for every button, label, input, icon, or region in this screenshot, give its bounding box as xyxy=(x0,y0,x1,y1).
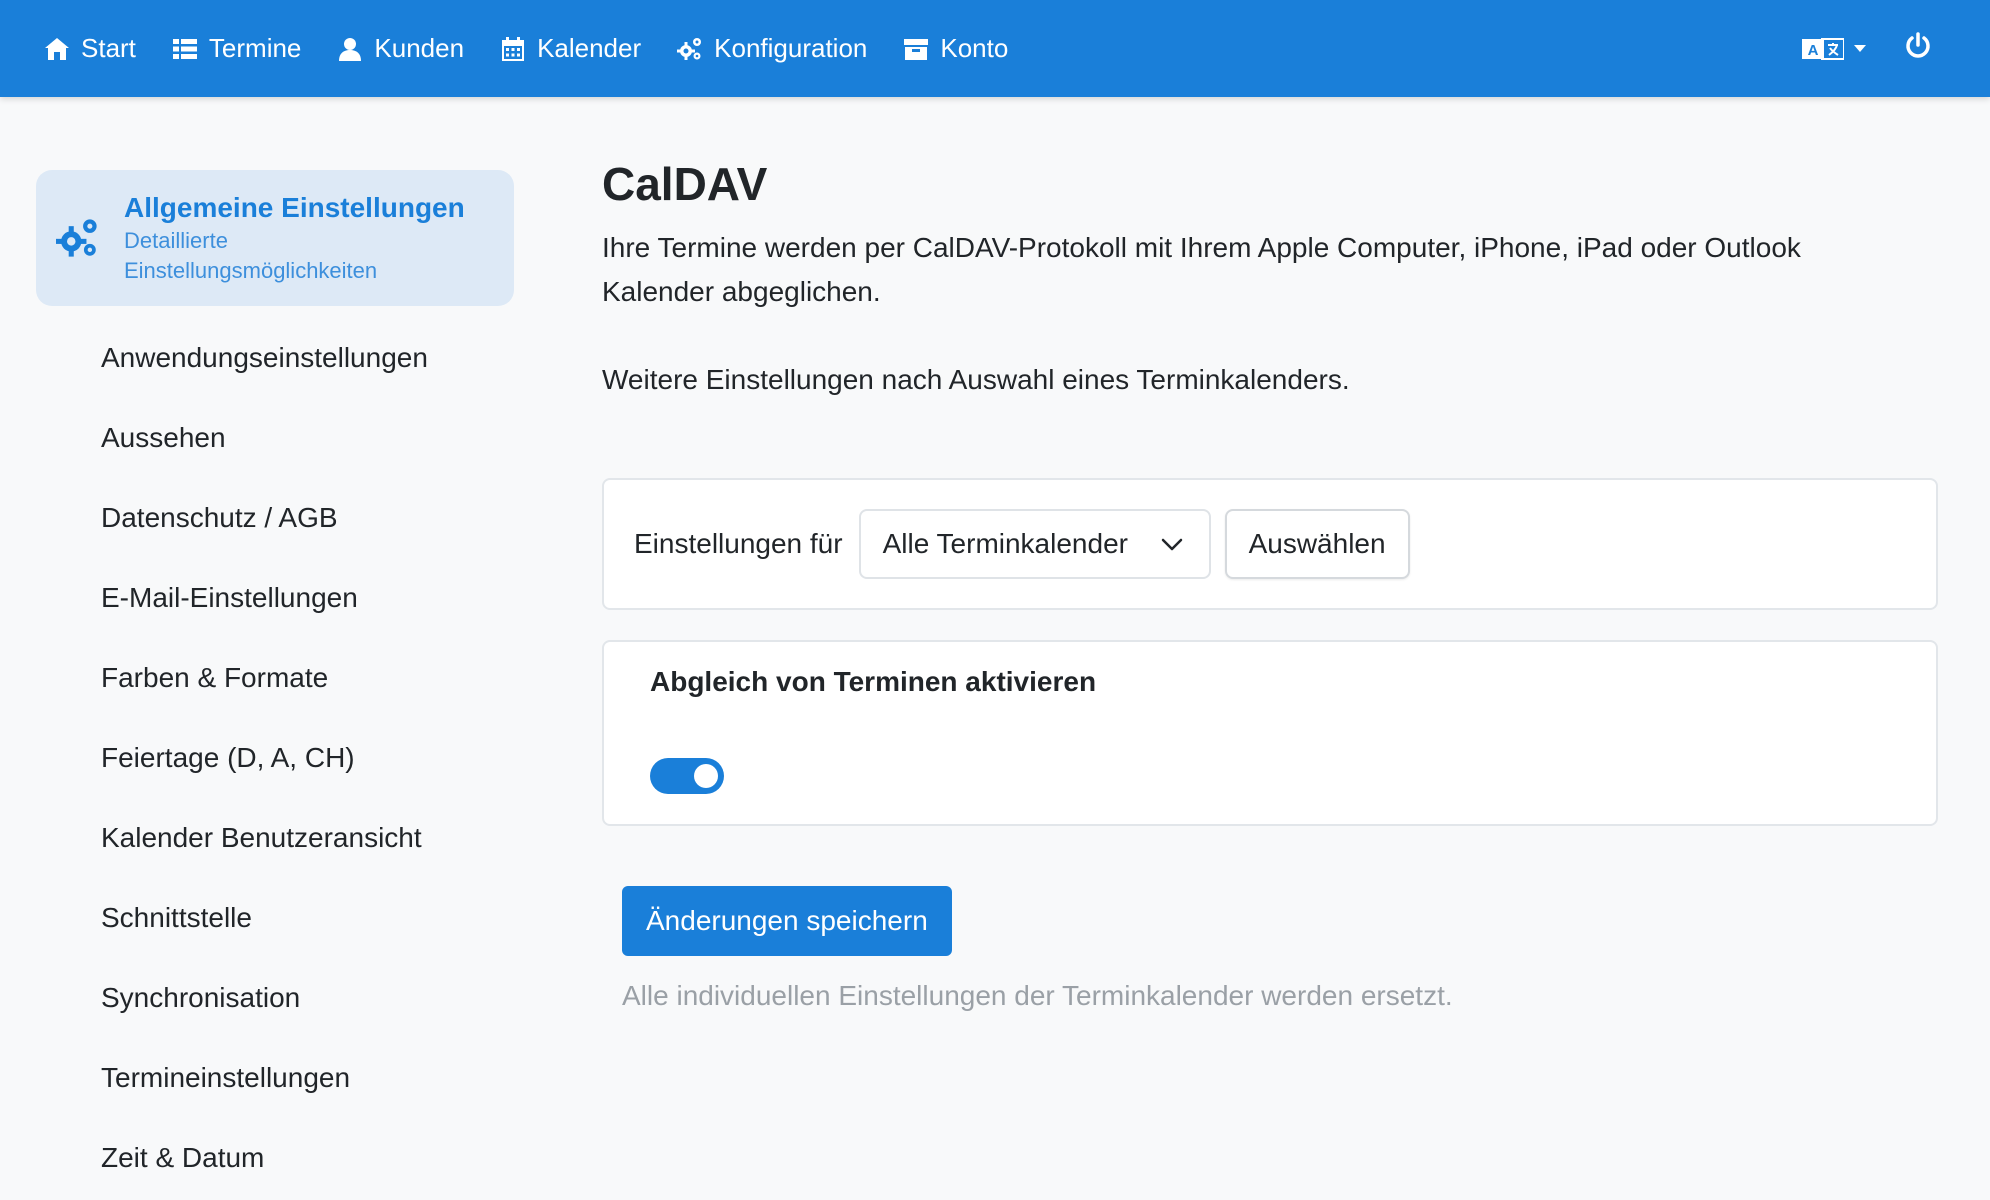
sidebar-item-termineinstellungen[interactable]: Termineinstellungen xyxy=(36,1038,514,1118)
logout-button[interactable] xyxy=(1904,32,1932,65)
nav-item-konto[interactable]: Konto xyxy=(903,33,1008,64)
main-nav: Start Termine Kunden Kalender Konfigurat… xyxy=(44,33,1044,64)
calendar-select-value: Alle Terminkalender xyxy=(882,528,1128,559)
main-content: CalDAV Ihre Termine werden per CalDAV-Pr… xyxy=(602,156,1938,402)
nav-item-konfiguration[interactable]: Konfiguration xyxy=(677,33,867,64)
nav-label-kalender: Kalender xyxy=(537,33,642,63)
nav-item-termine[interactable]: Termine xyxy=(172,33,301,64)
sidebar-active-subtitle: Detaillierte Einstellungsmöglichkeiten xyxy=(124,228,378,283)
sidebar-active-title: Allgemeine Einstellungen xyxy=(124,192,465,223)
sync-heading: Abgleich von Terminen aktivieren xyxy=(650,666,1097,697)
sidebar-item-synchronisation[interactable]: Synchronisation xyxy=(36,958,514,1038)
settings-sidebar: Allgemeine Einstellungen Detaillierte Ei… xyxy=(36,170,514,1198)
nav-label-kunden: Kunden xyxy=(374,33,465,63)
nav-item-kalender[interactable]: Kalender xyxy=(500,33,641,64)
chevron-down-icon xyxy=(1161,538,1182,551)
power-icon xyxy=(1906,32,1930,58)
sidebar-item-schnittstelle[interactable]: Schnittstelle xyxy=(36,878,514,958)
svg-text:A: A xyxy=(1808,42,1819,59)
cogs-icon xyxy=(677,37,702,60)
sidebar-item-farben[interactable]: Farben & Formate xyxy=(36,638,514,718)
sidebar-list: Anwendungseinstellungen Aussehen Datensc… xyxy=(36,318,514,1198)
page-title: CalDAV xyxy=(602,158,768,210)
save-changes-button[interactable]: Änderungen speichern xyxy=(622,886,952,956)
calendar-selector-card: Einstellungen für Alle Terminkalender Au… xyxy=(602,478,1938,610)
nav-item-kunden[interactable]: Kunden xyxy=(337,33,464,64)
sidebar-item-zeit-datum[interactable]: Zeit & Datum xyxy=(36,1118,514,1198)
nav-label-termine: Termine xyxy=(208,33,302,63)
toggle-knob xyxy=(694,764,718,788)
page-description-secondary: Weitere Einstellungen nach Auswahl eines… xyxy=(602,364,1350,395)
nav-item-start[interactable]: Start xyxy=(44,33,136,64)
sidebar-item-kalender-benutzeransicht[interactable]: Kalender Benutzeransicht xyxy=(36,798,514,878)
sidebar-item-anwendungseinstellungen[interactable]: Anwendungseinstellungen xyxy=(36,318,514,398)
sidebar-item-general-settings[interactable]: Allgemeine Einstellungen Detaillierte Ei… xyxy=(36,170,514,306)
nav-label-konfiguration: Konfiguration xyxy=(714,33,868,63)
nav-label-konto: Konto xyxy=(940,33,1009,63)
cogs-icon xyxy=(56,219,97,257)
nav-right: A xyxy=(1802,0,1932,97)
settings-for-label: Einstellungen für xyxy=(634,528,843,559)
sync-settings-card: Abgleich von Terminen aktivieren xyxy=(602,640,1938,826)
select-calendar-button[interactable]: Auswählen xyxy=(1224,509,1410,579)
top-navbar: Start Termine Kunden Kalender Konfigurat… xyxy=(0,0,1990,97)
user-icon xyxy=(339,37,362,61)
sidebar-item-datenschutz[interactable]: Datenschutz / AGB xyxy=(36,478,514,558)
language-dropdown[interactable]: A xyxy=(1802,37,1866,61)
sidebar-active-text: Allgemeine Einstellungen Detaillierte Ei… xyxy=(124,190,465,286)
calendar-icon xyxy=(502,36,525,61)
page-description: Ihre Termine werden per CalDAV-Protokoll… xyxy=(602,232,1801,307)
sync-toggle[interactable] xyxy=(650,758,724,794)
nav-label-start: Start xyxy=(81,33,136,63)
sidebar-item-feiertage[interactable]: Feiertage (D, A, CH) xyxy=(36,718,514,798)
save-hint: Alle individuellen Einstellungen der Ter… xyxy=(622,980,1453,1011)
chevron-down-icon xyxy=(1854,45,1866,52)
list-icon xyxy=(172,38,197,59)
sidebar-item-aussehen[interactable]: Aussehen xyxy=(36,398,514,478)
sidebar-item-email[interactable]: E-Mail-Einstellungen xyxy=(36,558,514,638)
home-icon xyxy=(45,37,69,60)
archive-icon xyxy=(904,38,929,60)
calendar-select[interactable]: Alle Terminkalender xyxy=(858,509,1211,579)
translate-icon: A xyxy=(1802,37,1844,60)
